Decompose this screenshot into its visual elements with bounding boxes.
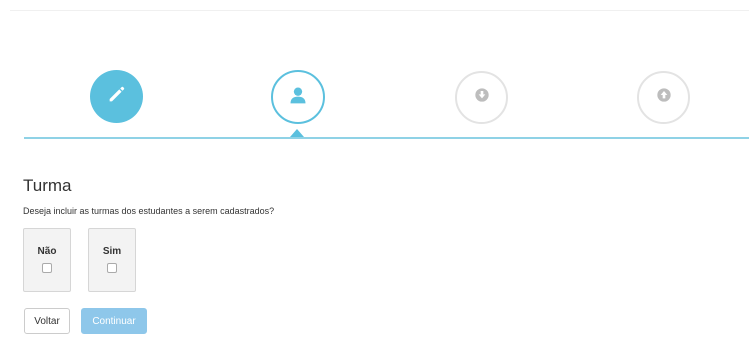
- active-step-caret-icon: [290, 129, 304, 137]
- question-text: Deseja incluir as turmas dos estudantes …: [23, 206, 275, 216]
- continue-button[interactable]: Continuar: [81, 308, 147, 334]
- option-nao-checkbox[interactable]: [42, 263, 52, 273]
- wizard-step-4[interactable]: [637, 71, 690, 124]
- page: Turma Deseja incluir as turmas dos estud…: [0, 0, 749, 338]
- option-nao[interactable]: Não: [23, 228, 71, 292]
- back-button[interactable]: Voltar: [24, 308, 70, 334]
- wizard-progress-line: [24, 137, 749, 139]
- wizard-step-2[interactable]: [271, 70, 325, 124]
- download-circle-icon: [474, 87, 490, 108]
- option-sim[interactable]: Sim: [88, 228, 136, 292]
- wizard-progress: [0, 0, 749, 145]
- pencil-icon: [106, 83, 128, 110]
- option-nao-label: Não: [37, 246, 57, 257]
- section-title: Turma: [23, 176, 72, 195]
- option-sim-label: Sim: [102, 246, 122, 257]
- wizard-step-1[interactable]: [90, 70, 143, 123]
- wizard-step-3[interactable]: [455, 71, 508, 124]
- upload-circle-icon: [656, 87, 672, 108]
- user-icon: [288, 85, 308, 110]
- option-sim-checkbox[interactable]: [107, 263, 117, 273]
